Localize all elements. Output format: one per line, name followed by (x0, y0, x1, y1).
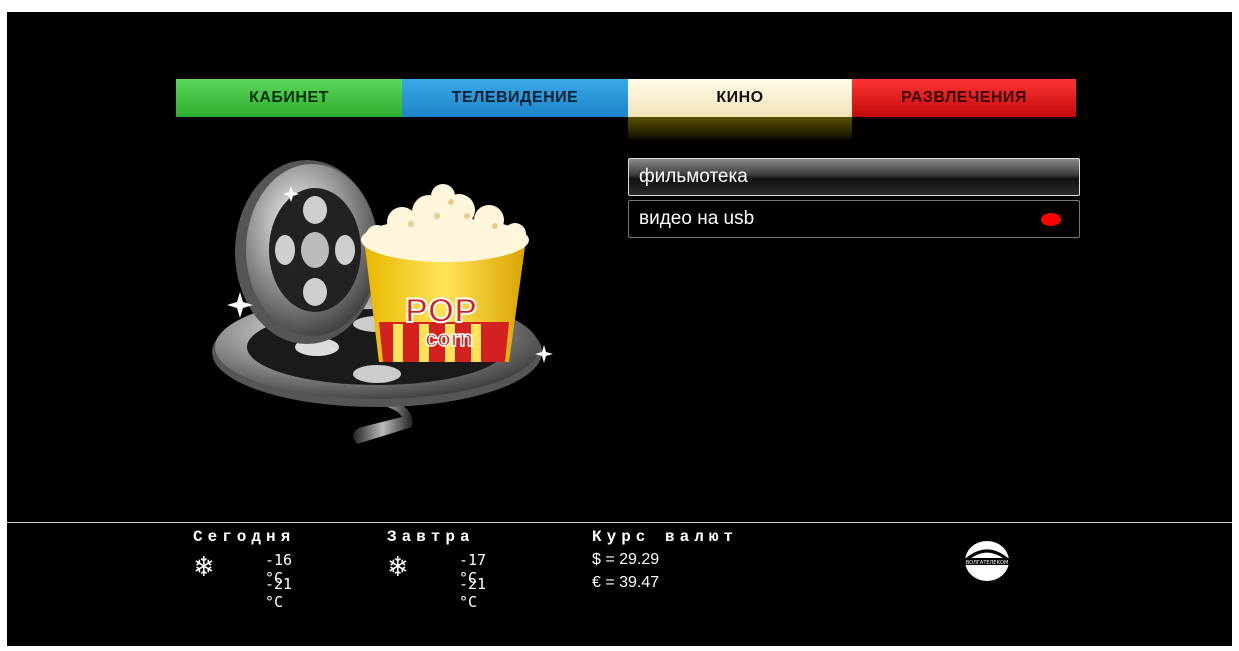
snowflake-icon: ❄ (389, 549, 408, 584)
weather-today: Сегодня ❄ -16 °C -21 °C (193, 528, 296, 611)
usd-rate: $ = 29.29 (592, 551, 660, 568)
menu-item-film-library-label: фильмотека (639, 166, 748, 187)
popcorn-corn-label: corn (425, 326, 473, 351)
bottom-divider (7, 522, 1232, 523)
tab-cabinet[interactable]: КАБИНЕТ (176, 79, 402, 117)
volgatelecom-logo: ВОЛГАТЕЛЕКОМ (958, 541, 1016, 581)
tab-cabinet-label: КАБИНЕТ (249, 89, 329, 106)
cinema-menu: фильмотека видео на usb (628, 158, 1080, 242)
weather-today-heading: Сегодня (193, 528, 296, 546)
currency-rates: Курс валют $ = 29.29 € = 39.47 (592, 528, 738, 592)
menu-item-usb-video-label: видео на usb (639, 208, 755, 229)
logo-text: ВОЛГАТЕЛЕКОМ (966, 560, 1009, 566)
tv-screen: КАБИНЕТ ТЕЛЕВИДЕНИЕ КИНО РАЗВЛЕЧЕНИЯ POP… (7, 12, 1232, 646)
tab-entertainment-label: РАЗВЛЕЧЕНИЯ (901, 89, 1027, 106)
tab-cinema-label: КИНО (716, 89, 764, 106)
weather-tomorrow-low: -21 °C (459, 575, 487, 611)
weather-tomorrow: Завтра ❄ -17 °C -21 °C (387, 528, 486, 611)
weather-tomorrow-heading: Завтра (387, 528, 475, 546)
tab-cinema[interactable]: КИНО (628, 79, 852, 141)
eur-rate: € = 39.47 (592, 574, 660, 591)
menu-item-film-library[interactable]: фильмотека (628, 158, 1080, 196)
weather-today-low: -21 °C (265, 575, 293, 611)
main-tabs: КАБИНЕТ ТЕЛЕВИДЕНИЕ КИНО РАЗВЛЕЧЕНИЯ (176, 79, 1076, 141)
tab-entertainment[interactable]: РАЗВЛЕЧЕНИЯ (852, 79, 1076, 117)
red-dot-icon (1041, 213, 1061, 226)
active-tab-glow (628, 117, 852, 141)
film-reel-popcorn-illustration: POP corn (212, 160, 553, 444)
tab-television-label: ТЕЛЕВИДЕНИЕ (451, 89, 579, 106)
menu-item-usb-video[interactable]: видео на usb (628, 200, 1080, 238)
popcorn-pop-label: POP (405, 292, 477, 330)
snowflake-icon: ❄ (195, 549, 214, 584)
tab-television[interactable]: ТЕЛЕВИДЕНИЕ (402, 79, 628, 117)
currency-heading: Курс валют (592, 528, 739, 546)
